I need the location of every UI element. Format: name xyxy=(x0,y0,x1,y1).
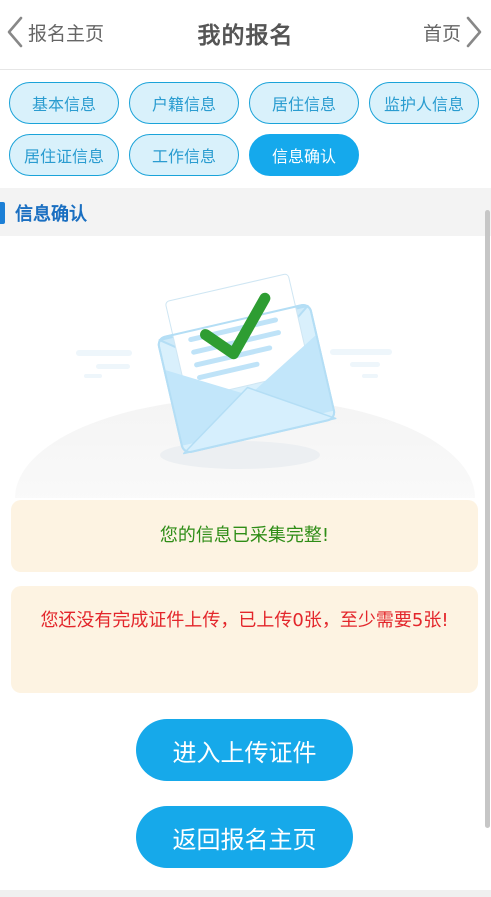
tab-residence-permit[interactable]: 居住证信息 xyxy=(9,134,119,176)
illustration xyxy=(0,236,491,598)
tab-bar: 基本信息 户籍信息 居住信息 监护人信息 居住证信息 工作信息 信息确认 xyxy=(0,70,491,188)
bottom-strip xyxy=(0,890,491,897)
tab-residence-info[interactable]: 居住信息 xyxy=(249,82,359,124)
home-label: 首页 xyxy=(422,22,461,45)
tab-guardian-info[interactable]: 监护人信息 xyxy=(369,82,479,124)
return-registration-home-button[interactable]: 返回报名主页 xyxy=(136,806,353,868)
header: 报名主页 我的报名 首页 xyxy=(0,0,491,70)
page-title: 我的报名 xyxy=(197,23,294,49)
section-header: 信息确认 xyxy=(0,188,491,236)
envelope-check-icon xyxy=(15,273,475,598)
tab-basic-info[interactable]: 基本信息 xyxy=(9,82,119,124)
chevron-right-icon xyxy=(465,16,483,48)
tab-household-registration[interactable]: 户籍信息 xyxy=(129,82,239,124)
tab-work-info[interactable]: 工作信息 xyxy=(129,134,239,176)
info-complete-notice: 您的信息已采集完整! xyxy=(11,500,478,572)
tab-info-confirmation[interactable]: 信息确认 xyxy=(249,134,359,176)
info-complete-text: 您的信息已采集完整! xyxy=(159,525,330,546)
section-accent-bar xyxy=(0,202,5,224)
scrollbar[interactable] xyxy=(485,210,490,828)
section-title: 信息确认 xyxy=(15,204,87,225)
home-link[interactable]: 首页 xyxy=(423,14,483,50)
upload-warning-notice: 您还没有完成证件上传，已上传0张，至少需要5张! xyxy=(11,586,478,693)
upload-warning-text: 您还没有完成证件上传，已上传0张，至少需要5张! xyxy=(40,610,449,631)
go-upload-documents-button[interactable]: 进入上传证件 xyxy=(136,719,353,781)
